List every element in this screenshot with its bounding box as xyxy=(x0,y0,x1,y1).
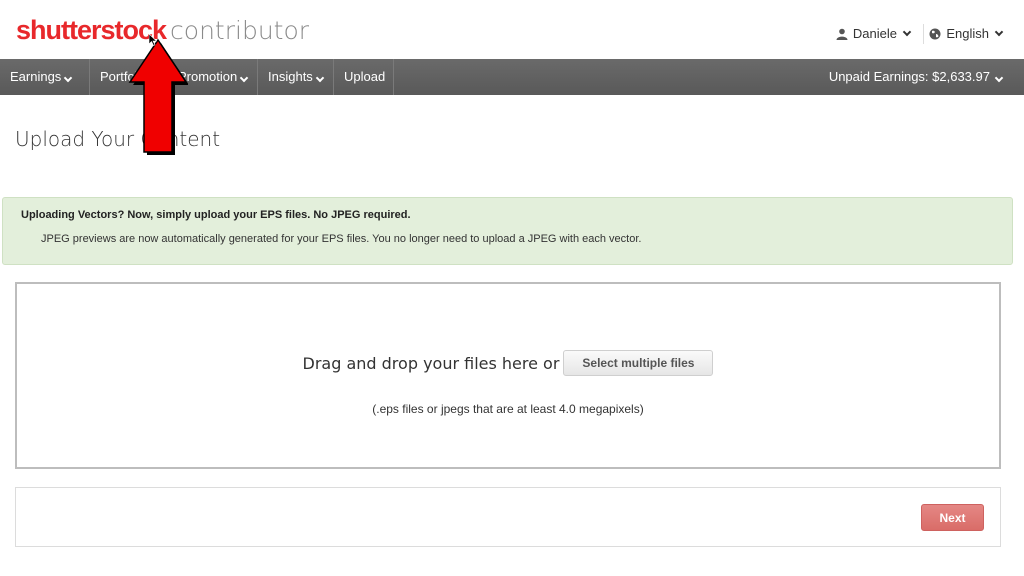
nav-item-label: Insights xyxy=(268,69,313,84)
nav-item-earnings[interactable]: Earnings xyxy=(0,59,90,95)
unpaid-earnings-menu[interactable]: Unpaid Earnings: $2,633.97 xyxy=(828,59,1004,95)
nav-item-label: Upload xyxy=(344,69,386,84)
unpaid-earnings-label: Unpaid Earnings: $2,633.97 xyxy=(828,69,990,84)
page: shutterstock contributor Daniele English … xyxy=(0,0,1024,576)
language-menu[interactable]: English xyxy=(929,26,1004,41)
dropzone-prompt: Drag and drop your files here or Select … xyxy=(17,350,999,376)
nav-item-upload[interactable]: Upload xyxy=(334,59,394,95)
file-dropzone[interactable]: Drag and drop your files here or Select … xyxy=(15,282,1001,469)
page-title: Upload Your Content xyxy=(15,127,221,151)
logo-sub-text: contributor xyxy=(170,16,310,45)
globe-icon xyxy=(929,28,941,39)
info-alert: Uploading Vectors? Now, simply upload yo… xyxy=(2,197,1013,265)
user-menu[interactable]: Daniele xyxy=(836,26,912,41)
next-button[interactable]: Next xyxy=(921,504,984,531)
user-name: Daniele xyxy=(852,26,897,41)
select-multiple-files-button[interactable]: Select multiple files xyxy=(563,350,714,376)
chevron-down-icon xyxy=(240,73,249,83)
annotation-arrow-icon xyxy=(128,38,188,155)
language-label: English xyxy=(946,26,989,41)
alert-title: Uploading Vectors? Now, simply upload yo… xyxy=(21,209,411,221)
footer-panel: Next xyxy=(15,487,1001,547)
chevron-down-icon xyxy=(994,27,1004,36)
user-icon xyxy=(836,28,848,40)
chevron-down-icon xyxy=(994,73,1004,83)
nav-item-insights[interactable]: Insights xyxy=(258,59,334,95)
header-divider xyxy=(923,24,924,44)
chevron-down-icon xyxy=(315,73,325,83)
dropzone-text: Drag and drop your files here or xyxy=(302,353,560,373)
alert-body: JPEG previews are now automatically gene… xyxy=(41,233,642,245)
chevron-down-icon xyxy=(64,73,73,83)
mouse-pointer-icon xyxy=(149,34,157,46)
chevron-down-icon xyxy=(902,27,912,36)
nav-item-label: Earnings xyxy=(10,69,62,84)
dropzone-hint: (.eps files or jpegs that are at least 4… xyxy=(372,402,644,416)
